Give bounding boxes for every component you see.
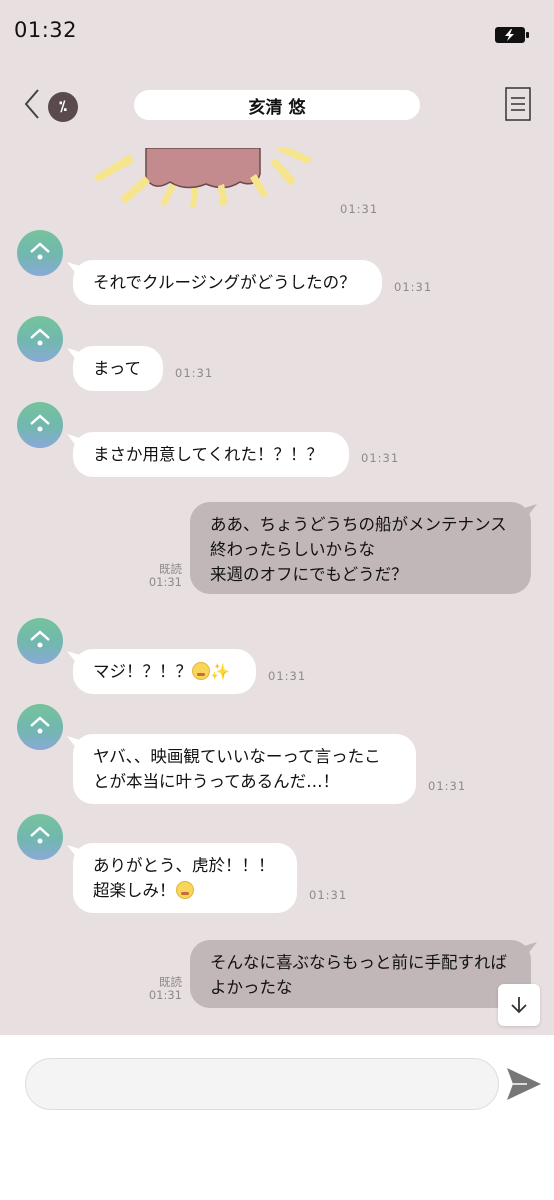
sparkles-icon: ✨ [210,662,230,681]
avatar-chevron-icon [30,630,50,648]
message-line: とが本当に叶うってあるんだ…！ [93,772,340,791]
avatar[interactable] [17,814,63,860]
avatar[interactable] [17,402,63,448]
pleading-face-icon [192,662,210,680]
sticker-image [94,148,312,208]
read-receipt: 既読 01:31 [140,563,182,589]
message-line: 超楽しみ！ [93,881,176,900]
incoming-message: まさか用意してくれた！？！？ [73,432,349,477]
timestamp: 01:31 [309,888,348,902]
message-text: それでクルージングがどうしたの？ [93,273,356,292]
incoming-message: それでクルージングがどうしたの？ [73,260,382,305]
timestamp: 01:31 [175,366,214,380]
message-text: マジ！？！？ [93,662,192,681]
partner-avatar[interactable]: ⁒ [48,92,78,122]
avatar-chevron-icon [30,328,50,346]
composer-bar [0,1035,554,1200]
message-text: まさか用意してくれた！？！？ [93,445,324,464]
message-line: ヤバ、、映画観ていいなーって言ったこ [93,747,381,766]
chat-title: 亥清 悠 [134,90,420,120]
timestamp: 01:31 [428,779,467,793]
outgoing-message: ああ、ちょうどうちの船がメンテナンス 終わったらしいからな 来週のオフにでもどう… [190,502,531,594]
avatar-chevron-icon [30,716,50,734]
timestamp: 01:31 [268,669,307,683]
avatar-chevron-icon [30,826,50,844]
chat-header: ⁒ 亥清 悠 [0,78,554,134]
arrow-down-icon [511,997,527,1014]
menu-icon[interactable] [505,87,531,121]
timestamp: 01:31 [148,575,182,589]
outgoing-message: そんなに喜ぶならもっと前に手配すれば よかったな [190,940,531,1008]
grinning-squinting-face-icon [175,881,194,899]
incoming-message: まって [73,346,163,391]
incoming-message: ヤバ、、映画観ていいなーって言ったこ とが本当に叶うってあるんだ…！ [73,734,416,804]
timestamp: 01:31 [361,451,400,465]
timestamp: 01:31 [394,280,433,294]
message-line: ありがとう、虎於！！！ [93,856,275,875]
message-line: 来週のオフにでもどうだ？ [210,565,408,584]
read-receipt: 既読 01:31 [140,976,182,1002]
message-line: 終わったらしいからな [210,540,375,559]
message-input[interactable] [25,1058,499,1110]
avatar[interactable] [17,704,63,750]
avatar-chevron-icon [30,414,50,432]
avatar-chevron-icon [30,242,50,260]
battery-charging-icon [495,27,529,43]
message-line: ああ、ちょうどうちの船がメンテナンス [210,515,507,534]
chevron-left-icon[interactable] [20,86,42,122]
timestamp: 01:31 [148,988,182,1002]
send-icon[interactable] [505,1066,543,1102]
avatar[interactable] [17,230,63,276]
status-time: 01:32 [14,18,78,42]
incoming-message: マジ！？！？ ✨ [73,649,256,694]
incoming-message: ありがとう、虎於！！！ 超楽しみ！ [73,843,297,913]
avatar[interactable] [17,316,63,362]
scroll-down-button[interactable] [498,984,540,1026]
avatar[interactable] [17,618,63,664]
timestamp: 01:31 [340,202,379,216]
message-line: そんなに喜ぶならもっと前に手配すれば [210,953,507,972]
message-text: まって [93,359,142,378]
message-line: よかったな [210,978,293,997]
